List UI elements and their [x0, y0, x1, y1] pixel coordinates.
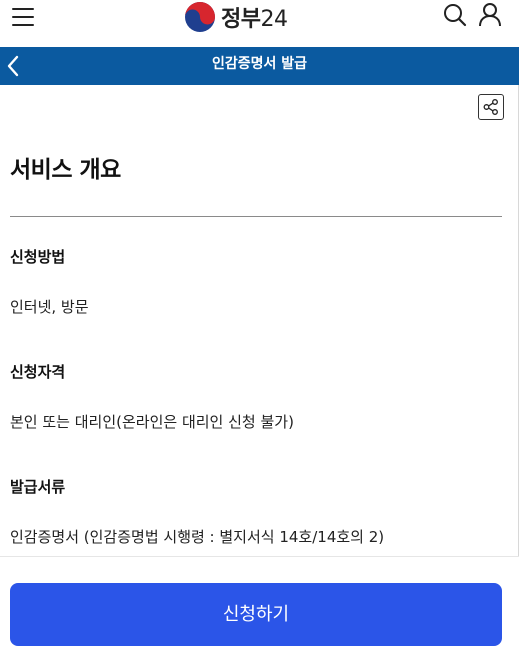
- divider: [10, 216, 502, 217]
- apply-method-value: 인터넷, 방문: [10, 298, 89, 316]
- bottom-action-bar: 신청하기: [0, 556, 519, 655]
- share-icon: [483, 99, 498, 115]
- section-heading: 서비스 개요: [10, 157, 121, 183]
- eligibility-label: 신청자격: [10, 363, 66, 381]
- share-button[interactable]: [478, 94, 504, 120]
- gov24-logo[interactable]: 정부24: [184, 1, 288, 33]
- search-icon[interactable]: [442, 2, 468, 28]
- hamburger-menu-icon[interactable]: [12, 7, 34, 27]
- eligibility-value: 본인 또는 대리인(온라인은 대리인 신청 불가): [10, 413, 294, 431]
- user-icon[interactable]: [477, 2, 503, 28]
- taegeuk-logo-icon: [185, 2, 215, 32]
- page-title: 인감증명서 발급: [211, 56, 308, 72]
- top-header: 정부24: [0, 0, 519, 47]
- logo-text: 정부24: [221, 7, 288, 32]
- page-title-bar: 인감증명서 발급: [0, 47, 519, 85]
- apply-button[interactable]: 신청하기: [10, 583, 502, 646]
- apply-method-label: 신청방법: [10, 248, 66, 266]
- issued-documents-value: 인감증명서 (인감증명법 시행령 : 별지서식 14호/14호의 2): [10, 528, 385, 546]
- issued-documents-label: 발급서류: [10, 478, 66, 496]
